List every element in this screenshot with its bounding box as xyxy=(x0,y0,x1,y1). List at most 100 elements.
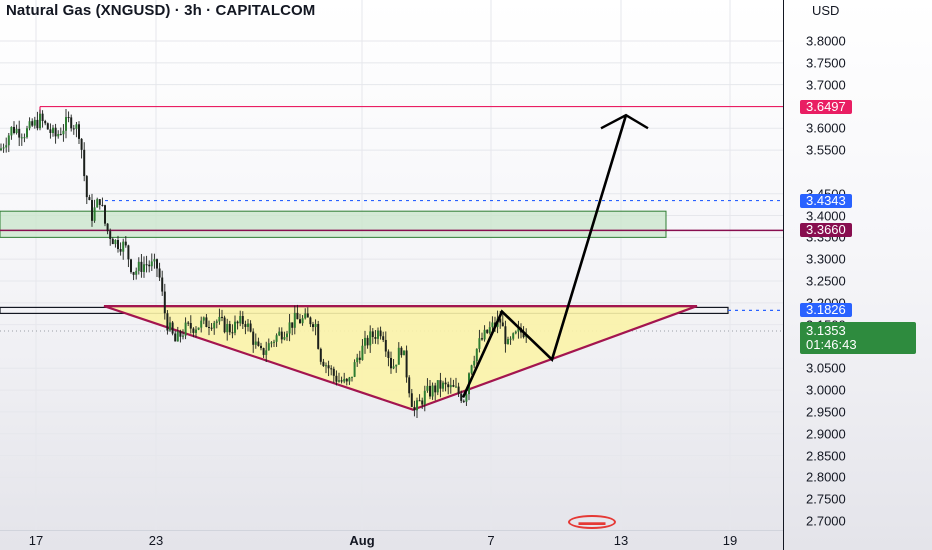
candle-body xyxy=(104,205,106,224)
candle-body xyxy=(371,331,374,338)
currency-label[interactable]: USD xyxy=(790,3,914,21)
candle-body xyxy=(179,331,182,337)
candle-body xyxy=(49,129,52,133)
price-tick: 2.7500 xyxy=(806,491,846,507)
candle-body xyxy=(340,380,343,382)
candle-body xyxy=(247,323,249,327)
candle xyxy=(10,126,13,140)
candle xyxy=(52,124,54,137)
candle-body xyxy=(512,333,515,339)
price-tick: 2.7000 xyxy=(806,513,846,529)
price-tick: 3.3000 xyxy=(806,251,846,267)
candle-body xyxy=(369,331,372,346)
candle-body xyxy=(111,238,114,245)
candle xyxy=(62,124,65,142)
candle-body xyxy=(452,385,455,387)
candle-body xyxy=(192,328,195,333)
candle-body xyxy=(509,338,512,340)
candle-body xyxy=(20,137,23,139)
candle xyxy=(26,125,28,139)
candle xyxy=(13,121,15,135)
candle xyxy=(130,258,132,274)
candle-body xyxy=(31,121,34,126)
candle-body xyxy=(473,360,476,366)
candle-body xyxy=(501,322,504,327)
candle-body xyxy=(322,361,325,367)
price-badge-zone: 3.3660 xyxy=(800,223,852,238)
candle xyxy=(54,123,57,144)
candle-body xyxy=(421,400,424,405)
candle xyxy=(72,124,75,135)
candle-body xyxy=(366,337,369,346)
candle-body xyxy=(44,120,47,124)
candle-body xyxy=(197,327,200,330)
candle-body xyxy=(10,126,13,136)
candle-body xyxy=(434,385,437,393)
candle-body xyxy=(275,335,278,342)
time-label: 19 xyxy=(722,533,738,548)
candle-body xyxy=(460,393,463,401)
candle-body xyxy=(416,400,418,411)
chart-area[interactable]: Natural Gas (XNGUSD) · 3h · CAPITALCOM ▬… xyxy=(0,0,783,530)
candle-body xyxy=(283,337,286,340)
candle xyxy=(153,253,156,269)
candle xyxy=(93,199,96,223)
candle xyxy=(75,121,78,138)
candle-body xyxy=(174,333,177,342)
candle-body xyxy=(429,385,431,397)
candle xyxy=(78,121,80,144)
candle-body xyxy=(52,127,54,133)
candle-body xyxy=(114,240,117,245)
candle-body xyxy=(132,272,135,275)
candle-body xyxy=(514,331,517,334)
candle xyxy=(150,253,153,272)
candle-body xyxy=(400,347,403,356)
candle-body xyxy=(234,321,236,333)
candle-body xyxy=(426,385,429,391)
candle-body xyxy=(431,385,434,397)
candle xyxy=(161,270,164,296)
candle-body xyxy=(148,264,151,267)
candle xyxy=(127,244,130,268)
candle-body xyxy=(462,400,465,402)
candle xyxy=(88,194,91,201)
price-tick: 3.7000 xyxy=(806,77,846,93)
candle-body xyxy=(408,377,411,394)
candle-body xyxy=(62,130,65,135)
candle xyxy=(405,345,408,383)
candle xyxy=(67,111,70,123)
candle-body xyxy=(83,149,86,177)
time-label: 13 xyxy=(613,533,629,548)
candle-body xyxy=(403,350,405,356)
candle xyxy=(80,138,83,159)
candle-body xyxy=(23,137,26,139)
candle-body xyxy=(184,322,187,336)
candle-body xyxy=(145,264,148,266)
candle-body xyxy=(351,376,353,378)
candle-body xyxy=(470,365,473,374)
candle xyxy=(122,238,125,260)
candle-body xyxy=(273,341,275,343)
price-chart[interactable] xyxy=(0,0,783,530)
candle-body xyxy=(109,231,112,239)
candle-body xyxy=(395,364,398,367)
candle-body xyxy=(88,197,91,201)
candle-body xyxy=(465,394,468,402)
candle-body xyxy=(171,322,174,334)
us-flag-icon[interactable]: ▬▬▬ xyxy=(568,515,616,529)
candle-body xyxy=(390,357,392,369)
candle-body xyxy=(301,318,304,324)
candle-body xyxy=(475,348,478,361)
price-tick: 3.2500 xyxy=(806,273,846,289)
candle-body xyxy=(36,119,39,129)
candle-body xyxy=(457,386,460,394)
candle-body xyxy=(223,317,226,333)
candle-body xyxy=(418,400,421,402)
candle-body xyxy=(374,337,377,339)
candle xyxy=(119,242,122,256)
candle-body xyxy=(143,264,145,272)
candle xyxy=(140,254,143,278)
candle-body xyxy=(345,378,348,382)
candle-body xyxy=(252,331,255,345)
candle xyxy=(148,260,151,273)
